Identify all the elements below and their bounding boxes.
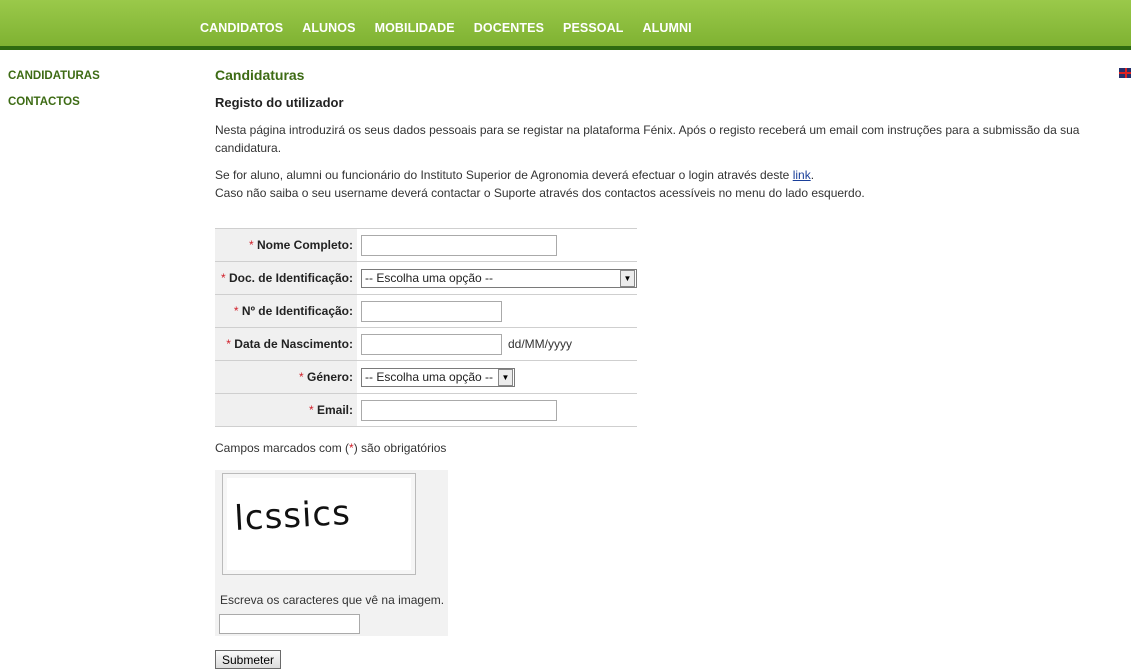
page-subtitle: Registo do utilizador [215, 95, 344, 110]
nav-docentes[interactable]: DOCENTES [474, 21, 544, 35]
submit-button[interactable]: Submeter [215, 650, 282, 669]
num-identificacao-input[interactable] [361, 300, 502, 322]
form-row-num: * Nº de Identificação: [215, 294, 637, 328]
nav-candidatos[interactable]: CANDIDATOS [200, 21, 283, 35]
required-mark: * [298, 370, 304, 384]
login-suffix: . [810, 168, 815, 182]
email-label: * Email: [215, 393, 357, 427]
login-prefix: Se for aluno, alumni ou funcionário do I… [215, 168, 793, 182]
english-flag-icon[interactable] [1119, 68, 1131, 78]
sidebar-item-candidaturas[interactable]: CANDIDATURAS [8, 70, 100, 82]
nome-label: * Nome Completo: [215, 228, 357, 262]
nav-alumni[interactable]: ALUMNI [642, 21, 691, 35]
support-text: Caso não saiba o seu username deverá con… [215, 186, 865, 200]
required-mark: * [220, 271, 226, 285]
nav-pessoal[interactable]: PESSOAL [563, 21, 623, 35]
required-mark: * [248, 238, 254, 252]
form-row-genero: * Género: -- Escolha uma opção -- ▼ [215, 360, 637, 394]
nome-completo-input[interactable] [361, 234, 557, 256]
sidebar: CANDIDATURAS CONTACTOS [8, 70, 100, 122]
data-nascimento-input[interactable] [361, 333, 502, 355]
main-content: Candidaturas Registo do utilizador Nesta… [215, 67, 1115, 202]
genero-label: * Género: [215, 360, 357, 394]
required-fields-note: Campos marcados com (*) são obrigatórios [215, 441, 447, 455]
form-row-email: * Email: [215, 393, 637, 427]
login-link[interactable]: link [793, 168, 811, 182]
captcha-image: lcssics [222, 473, 416, 575]
doc-identificacao-select[interactable]: -- Escolha uma opção -- ▼ [361, 268, 637, 288]
doc-label: * Doc. de Identificação: [215, 261, 357, 295]
num-label: * Nº de Identificação: [215, 294, 357, 328]
page-title: Candidaturas [215, 67, 305, 83]
main-nav: CANDIDATOS ALUNOS MOBILIDADE DOCENTES PE… [200, 21, 711, 35]
nav-alunos[interactable]: ALUNOS [302, 21, 355, 35]
intro-text: Nesta página introduzirá os seus dados p… [215, 123, 1080, 155]
form-row-nome: * Nome Completo: [215, 228, 637, 262]
svg-text:lcssics: lcssics [233, 493, 351, 539]
sidebar-item-contactos[interactable]: CONTACTOS [8, 96, 100, 108]
required-mark: * [233, 304, 239, 318]
required-mark: * [226, 337, 231, 351]
form-row-doc: * Doc. de Identificação: -- Escolha uma … [215, 261, 637, 295]
data-label: * Data de Nascimento: [215, 327, 357, 361]
chevron-down-icon: ▼ [498, 368, 513, 386]
nav-mobilidade[interactable]: MOBILIDADE [375, 21, 455, 35]
email-field[interactable] [361, 399, 557, 421]
login-text: Se for aluno, alumni ou funcionário do I… [215, 166, 1115, 184]
required-mark: * [308, 403, 314, 417]
captcha-hint: Escreva os caracteres que vê na imagem. [220, 593, 445, 607]
captcha-distorted-text: lcssics [233, 493, 351, 539]
registration-form: * Nome Completo: * Doc. de Identificação… [215, 228, 637, 427]
date-format-hint: dd/MM/yyyy [508, 337, 573, 351]
captcha-input[interactable] [219, 614, 360, 634]
chevron-down-icon: ▼ [620, 269, 635, 287]
genero-select[interactable]: -- Escolha uma opção -- ▼ [361, 367, 515, 387]
top-navigation-bar: CANDIDATOS ALUNOS MOBILIDADE DOCENTES PE… [0, 0, 1131, 50]
captcha-box: lcssics Escreva os caracteres que vê na … [215, 470, 448, 636]
form-row-data: * Data de Nascimento: dd/MM/yyyy [215, 327, 637, 361]
